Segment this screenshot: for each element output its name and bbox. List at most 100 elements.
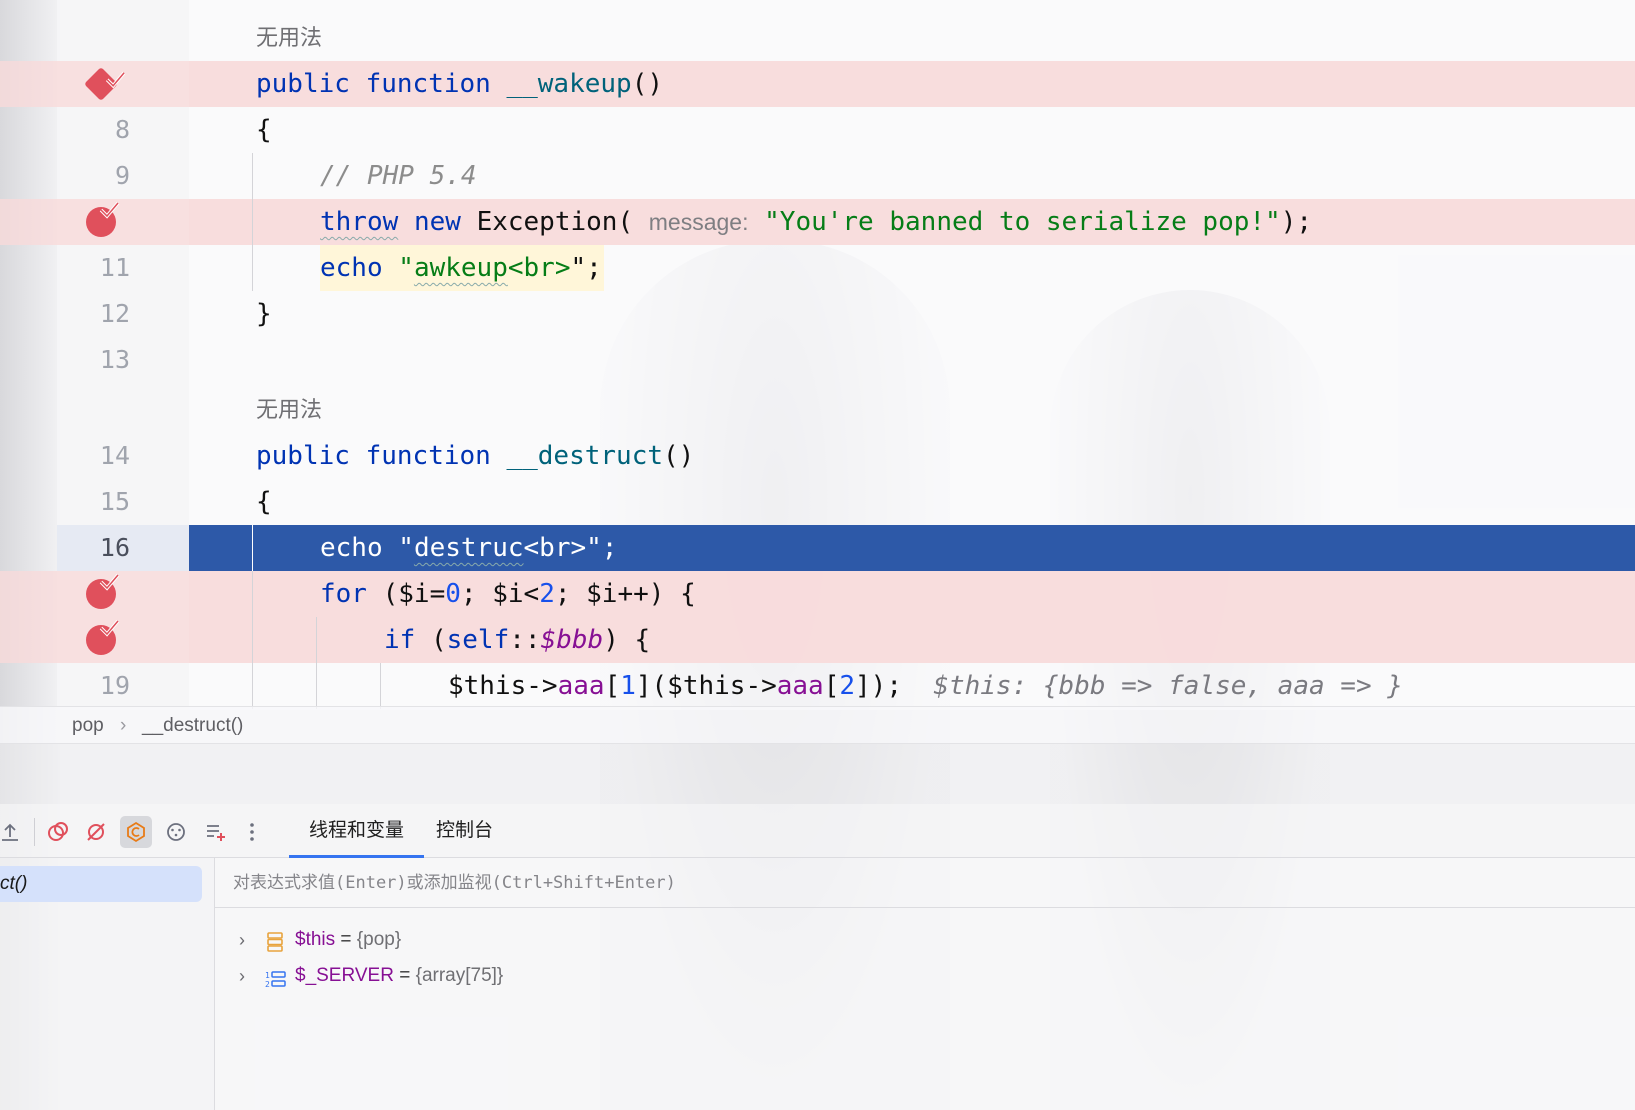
code-line-throw[interactable]: throw new Exception( message: "You're ba… (0, 199, 1635, 245)
more-settings-icon[interactable] (160, 816, 192, 848)
code-editor[interactable]: 无用法 public function __wakeup() 8 { 9 // … (0, 0, 1635, 710)
usage-hint[interactable]: 无用法 (256, 18, 322, 58)
indent-guide (252, 199, 253, 245)
indent-guide (252, 617, 253, 663)
token-keyword: public (256, 441, 350, 471)
line-breakpoint-icon[interactable] (86, 619, 120, 655)
expand-chevron-icon[interactable]: › (239, 922, 245, 958)
line-breakpoint-icon[interactable] (86, 573, 120, 609)
line-number: 14 (99, 441, 130, 470)
code-line-14[interactable]: 14 public function __destruct() (0, 433, 1635, 479)
token-code: [ (823, 671, 840, 701)
code-line-19[interactable]: 19 $this->aaa[1]($this->aaa[2]); $this: … (0, 663, 1635, 709)
token-html-tag: <br> (507, 253, 571, 283)
code-text: $this->aaa[1]($this->aaa[2]); $this: {bb… (448, 663, 1403, 709)
code-text: echo "destruc<br>"; (320, 525, 617, 571)
code-text: { (256, 487, 272, 517)
variable-name-text: $this (295, 929, 336, 950)
token-static-field: $bbb (540, 625, 604, 655)
code-line-wakeup[interactable]: public function __wakeup() (0, 61, 1635, 107)
variable-name: $this = {pop} (295, 922, 401, 958)
token-typo: destruc (413, 533, 524, 563)
evaluate-expression-input[interactable] (215, 858, 1635, 908)
code-text: echo "awkeup<br>"; (320, 245, 604, 291)
variable-value: {array[75]} (415, 965, 504, 986)
indent-guide (252, 525, 253, 571)
line-number: 13 (99, 345, 130, 374)
token-code: ]); (855, 671, 902, 701)
token-quote: " (398, 533, 414, 563)
token-class: Exception( (476, 207, 634, 237)
token-keyword: for (320, 579, 367, 609)
mute-breakpoints-icon[interactable] (80, 816, 112, 848)
code-line-12[interactable]: 12 } (0, 291, 1635, 337)
code-line-for[interactable]: for ($i=0; $i<2; $i++) { (0, 571, 1635, 617)
current-execution-line[interactable]: 16 echo "destruc<br>"; (0, 525, 1635, 571)
line-number: 19 (99, 671, 130, 700)
code-line-13[interactable]: 13 (0, 337, 1635, 383)
line-number: 15 (99, 487, 130, 516)
code-line-if[interactable]: if (self::$bbb) { (0, 617, 1635, 663)
token-number: 1 (620, 671, 636, 701)
code-line-8[interactable]: 8 { (0, 107, 1635, 153)
view-breakpoints-icon[interactable] (42, 816, 74, 848)
token-field: aaa (557, 671, 605, 701)
code-line-11[interactable]: 11 echo "awkeup<br>"; (0, 245, 1635, 291)
token-parens: () (663, 441, 695, 471)
variable-equals: = (335, 929, 357, 950)
token-variable: $this-> (448, 671, 558, 701)
token-keyword: if (384, 625, 416, 655)
toolbar-divider (34, 818, 35, 846)
code-text: public function __destruct() (256, 433, 694, 479)
tab-threads-variables[interactable]: 线程和变量 (289, 804, 425, 858)
token-punct: "; (570, 253, 602, 283)
variable-value: {pop} (356, 929, 402, 950)
frames-list: ct() (0, 858, 215, 1110)
token-punct: ); (1280, 207, 1313, 237)
coverage-icon[interactable] (120, 816, 152, 848)
code-line-15[interactable]: 15 { (0, 479, 1635, 525)
usage-hint[interactable]: 无用法 (256, 390, 322, 430)
token-code: ; $i++) { (554, 579, 696, 609)
inline-debug-value[interactable]: $this: {bbb => false, aaa => } (933, 671, 1403, 701)
token-string-rest: <br>"; (523, 533, 618, 563)
variable-row[interactable]: › 12 $_SERVER = {array[75]} (215, 958, 1635, 994)
token-keyword: function (365, 69, 491, 99)
line-breakpoint-icon[interactable] (86, 201, 120, 237)
frame-item[interactable]: ct() (0, 866, 202, 902)
token-parens: () (631, 69, 664, 99)
more-options-icon[interactable] (236, 816, 268, 848)
code-text: } (256, 299, 272, 329)
token-code: ) { (603, 625, 651, 655)
expand-chevron-icon[interactable]: › (239, 958, 245, 994)
step-out-icon[interactable] (0, 816, 26, 848)
variable-equals: = (393, 965, 416, 986)
indent-guide (316, 617, 317, 663)
svg-text:1: 1 (265, 971, 270, 980)
token-string: "You're banned to serialize pop!" (764, 207, 1281, 237)
breadcrumb-method[interactable]: __destruct() (142, 715, 243, 737)
debug-toolbar: 线程和变量 控制台 (0, 804, 1635, 858)
indent-guide (252, 153, 253, 199)
code-text: public function __wakeup() (256, 61, 663, 107)
tab-console[interactable]: 控制台 (416, 804, 513, 858)
indent-guide (380, 663, 381, 709)
token-quote: " (398, 253, 414, 283)
variable-row[interactable]: › $this = {pop} (215, 922, 1635, 958)
line-number: 12 (99, 299, 130, 328)
token-keyword: throw (320, 207, 399, 237)
token-keyword: new (413, 207, 461, 237)
method-breakpoint-icon[interactable] (84, 67, 126, 101)
indent-guide (316, 663, 317, 709)
line-number: 16 (99, 533, 130, 562)
token-keyword: public (256, 69, 350, 99)
debug-tool-window: 线程和变量 控制台 ct() › $this = {pop} › 12 $_SE… (0, 744, 1635, 1110)
array-icon: 12 (265, 966, 287, 1002)
token-code: ( (415, 625, 447, 655)
variable-name: $_SERVER = {array[75]} (295, 958, 503, 994)
add-watch-icon[interactable] (200, 816, 232, 848)
breadcrumb-class[interactable]: pop (72, 715, 104, 737)
code-text: { (256, 115, 272, 145)
code-line-9[interactable]: 9 // PHP 5.4 (0, 153, 1635, 199)
code-text: throw new Exception( message: "You're ba… (320, 199, 1312, 245)
